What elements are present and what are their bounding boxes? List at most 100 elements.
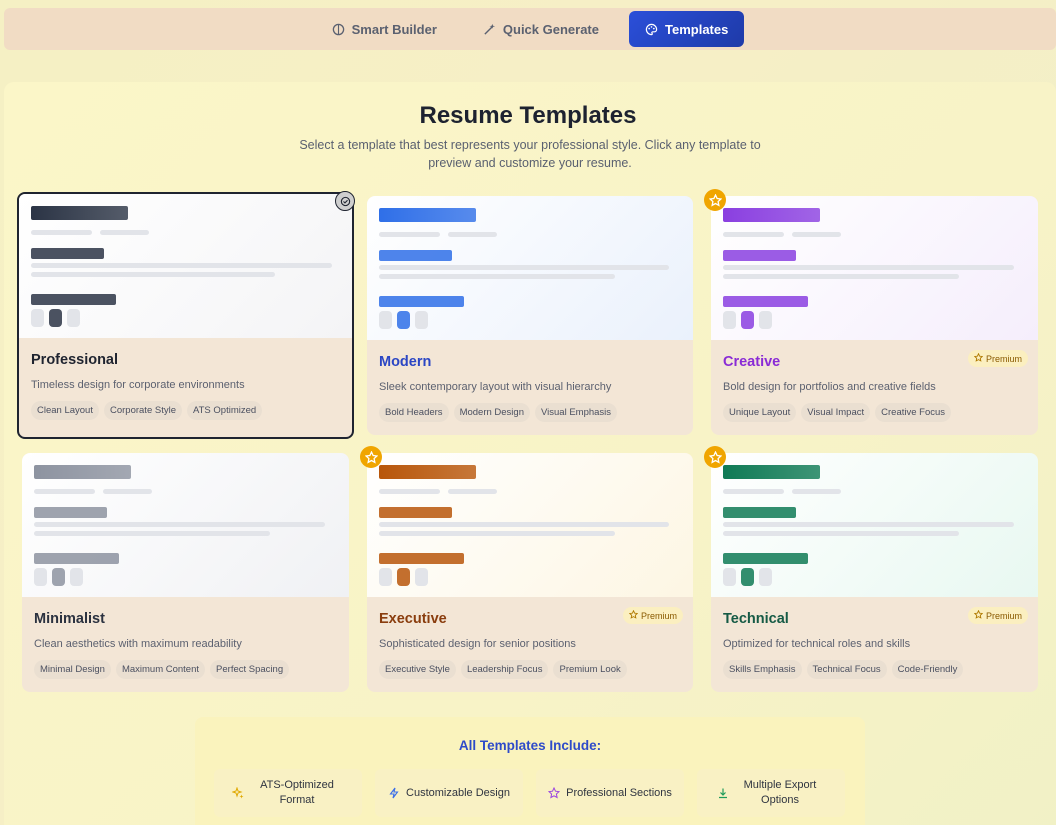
preview-section-bar [379,507,452,518]
template-card-modern[interactable]: Modern Sleek contemporary layout with vi… [367,196,693,435]
template-description: Bold design for portfolios and creative … [723,381,936,393]
feature-customizable: Customizable Design [375,769,523,817]
template-tags: Unique Layout Visual Impact Creative Focus [723,403,1026,422]
template-description: Sleek contemporary layout with visual hi… [379,381,612,393]
preview-line [31,272,275,277]
template-tag: Executive Style [379,660,456,679]
template-tags: Skills Emphasis Technical Focus Code-Frien… [723,660,1026,679]
tab-label: Smart Builder [351,21,437,37]
tab-quick-generate[interactable]: Quick Generate [467,11,615,47]
premium-label: Premium [985,353,1022,364]
template-info: Minimalist Clean aesthetics with maximum… [34,611,337,679]
tab-bar: Smart Builder Quick Generate Templates [4,8,1056,50]
template-tag: Bold Headers [379,403,449,422]
preview-section-bar [31,294,116,305]
template-description: Sophisticated design for senior position… [379,638,576,650]
preview-chip [723,311,736,329]
preview-line [723,232,784,237]
preview-chip [759,311,772,329]
preview-line [723,265,1014,270]
preview-chip [379,311,392,329]
preview-line [379,489,440,494]
feature-ats: ATS-Optimized Format [214,769,362,817]
palette-icon [645,23,658,35]
preview-line [448,489,497,494]
preview-chip [741,311,754,329]
template-name: Professional [31,352,119,368]
template-tag: Clean Layout [31,401,99,420]
template-tag: Modern Design [453,403,530,422]
feature-sections: Professional Sections [536,769,684,817]
template-info: Modern Sleek contemporary layout with vi… [379,354,681,422]
preview-line [31,263,332,268]
premium-star-icon [704,446,726,468]
template-tag: ATS Optimized [187,401,263,420]
star-icon [548,787,561,799]
sparkles-icon [232,787,244,799]
preview-chip [67,309,80,327]
star-icon [628,609,639,621]
template-tags: Bold Headers Modern Design Visual Emphasis [379,403,681,422]
preview-chip [759,568,772,586]
lightning-icon [389,787,399,799]
preview-name-bar [31,206,128,220]
selected-check-icon [335,191,355,211]
tab-templates[interactable]: Templates [629,11,745,47]
template-tags: Executive Style Leadership Focus Premium L… [379,660,681,679]
preview-chip [741,568,754,586]
wand-icon [484,23,495,35]
premium-badge: Premium [967,607,1028,624]
template-card-executive[interactable]: Executive Sophisticated design for senio… [360,446,693,692]
template-tag: Code-Friendly [891,660,964,679]
feature-label: Customizable Design [406,786,510,799]
includes-title: All Templates Include: [458,738,602,753]
brain-icon [332,23,344,35]
preview-chip [31,309,44,327]
tab-label: Quick Generate [502,21,599,37]
template-name: Modern [379,354,432,370]
preview-line [103,489,152,494]
template-preview [22,453,349,597]
preview-section-bar [379,296,464,307]
template-card-minimalist[interactable]: Minimalist Clean aesthetics with maximum… [22,453,349,692]
preview-section-bar [723,296,808,307]
premium-star-icon [360,446,382,468]
template-tag: Premium Look [553,660,627,679]
preview-name-bar [379,465,476,479]
preview-section-bar [723,553,808,564]
template-tag: Skills Emphasis [723,660,802,679]
template-tags: Clean Layout Corporate Style ATS Optimized [31,401,340,420]
preview-name-bar [723,208,820,222]
preview-line [379,265,669,270]
premium-label: Premium [640,610,677,621]
template-preview [367,453,693,597]
template-tag: Corporate Style [103,401,182,420]
preview-chip [52,568,65,586]
preview-line [379,232,440,237]
preview-chip [379,568,392,586]
tab-smart-builder[interactable]: Smart Builder [316,11,453,47]
feature-label: Professional Sections [566,786,672,799]
preview-line [379,274,615,279]
preview-line [379,522,669,527]
template-tag: Creative Focus [875,403,952,422]
includes-box: All Templates Include: ATS-Optimized For… [195,717,865,825]
template-card-creative[interactable]: Creative Bold design for portfolios and … [704,189,1038,435]
preview-chip [49,309,62,327]
template-tag: Technical Focus [806,660,887,679]
template-description: Timeless design for corporate environmen… [31,379,245,391]
preview-line [792,232,841,237]
feature-export: Multiple Export Options [697,769,845,817]
template-description: Clean aesthetics with maximum readabilit… [34,638,242,650]
preview-line [792,489,841,494]
template-tag: Minimal Design [34,660,111,679]
preview-chip [415,311,428,329]
template-card-technical[interactable]: Technical Optimized for technical roles … [704,446,1038,692]
preview-name-bar [379,208,476,222]
template-card-professional[interactable]: Professional Timeless design for corpora… [17,191,355,439]
preview-chip [415,568,428,586]
preview-chip [723,568,736,586]
preview-chip [34,568,47,586]
preview-section-bar [31,248,104,259]
template-preview [367,196,693,340]
